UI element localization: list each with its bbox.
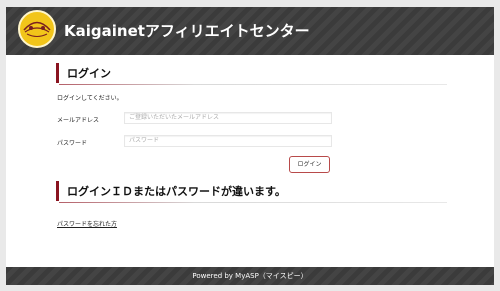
error-underline — [59, 202, 447, 203]
password-field[interactable]: パスワード — [124, 135, 332, 147]
login-instruction: ログインしてください。 — [57, 95, 123, 102]
error-message-heading: ログインＩＤまたはパスワードが違います。 — [56, 181, 447, 203]
globe-logo-icon[interactable] — [18, 10, 56, 48]
powered-by-text: Powered by MyASP（マイスピー） — [192, 272, 308, 280]
email-field[interactable]: ご登録いただいたメールアドレス — [124, 112, 332, 124]
forgot-password-link[interactable]: パスワードを忘れた方 — [57, 219, 117, 228]
site-footer: Powered by MyASP（マイスピー） — [6, 267, 494, 285]
login-heading: ログイン — [56, 63, 447, 85]
password-label: パスワード — [57, 140, 88, 147]
login-button[interactable]: ログイン — [289, 156, 330, 173]
heading-underline — [59, 84, 447, 85]
login-heading-text: ログイン — [67, 67, 111, 80]
site-title: Kaigainetアフィリエイトセンター — [64, 22, 310, 40]
error-message-text: ログインＩＤまたはパスワードが違います。 — [67, 185, 286, 198]
site-header: Kaigainetアフィリエイトセンター — [6, 7, 494, 55]
email-label: メールアドレス — [57, 117, 100, 124]
main-content: ログイン ログインしてください。 メールアドレス ご登録いただいたメールアドレス… — [6, 55, 494, 267]
